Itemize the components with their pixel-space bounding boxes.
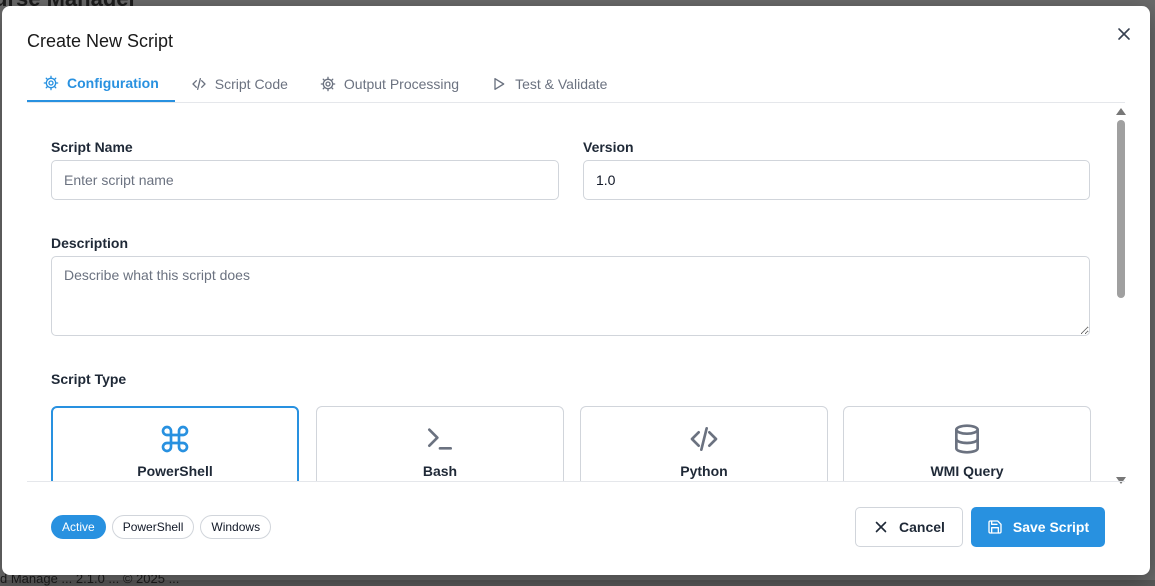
tab-label: Configuration [67, 75, 159, 91]
cancel-label: Cancel [899, 519, 945, 535]
close-button[interactable] [1112, 22, 1136, 46]
status-badges: Active PowerShell Windows [51, 515, 272, 539]
script-type-name: PowerShell [137, 463, 213, 479]
script-type-bash[interactable]: Bash [316, 406, 564, 481]
close-icon [1118, 28, 1130, 40]
script-name-label: Script Name [51, 139, 133, 155]
scroll-up-arrow-icon[interactable] [1116, 108, 1126, 115]
tab-configuration[interactable]: Configuration [27, 66, 175, 102]
script-type-name: Bash [422, 463, 458, 479]
gear-icon [43, 75, 59, 91]
script-type-wmi-query[interactable]: WMI Query [843, 406, 1091, 481]
code-icon [192, 78, 206, 90]
tab-output-processing[interactable]: Output Processing [304, 66, 475, 102]
script-type-powershell[interactable]: PowerShell [51, 406, 299, 481]
cancel-button[interactable]: Cancel [855, 507, 963, 547]
version-input[interactable] [583, 160, 1090, 200]
play-icon [494, 78, 505, 90]
tab-test-validate[interactable]: Test & Validate [475, 66, 623, 102]
script-type-name: WMI Query [930, 463, 1004, 479]
tab-script-code[interactable]: Script Code [175, 66, 304, 102]
script-type-label: Script Type [51, 371, 127, 387]
platform-badge: Windows [200, 515, 272, 539]
command-icon [161, 425, 189, 453]
status-badge: Active [51, 515, 106, 539]
tab-label: Test & Validate [515, 76, 608, 92]
script-name-input[interactable] [51, 160, 559, 200]
form-content[interactable]: Script Name Version Description Script T… [27, 103, 1115, 481]
code-icon [690, 427, 718, 451]
content-scrollbar[interactable] [1114, 106, 1128, 484]
terminal-icon [428, 428, 452, 450]
create-script-dialog: Create New Script Configuration Script C… [2, 6, 1150, 575]
script-type-python[interactable]: Python [580, 406, 828, 481]
database-icon [955, 424, 979, 454]
save-icon [988, 520, 1002, 534]
dialog-title: Create New Script [27, 31, 174, 51]
tab-label: Output Processing [343, 76, 460, 92]
tab-bar: Configuration Script Code Output Process… [27, 66, 1125, 103]
close-icon [875, 521, 887, 533]
tab-label: Script Code [214, 76, 288, 92]
description-label: Description [51, 235, 129, 251]
save-script-button[interactable]: Save Script [971, 507, 1105, 547]
footer-divider [27, 481, 1125, 482]
description-textarea[interactable] [51, 256, 1090, 336]
type-badge: PowerShell [111, 515, 195, 539]
save-label: Save Script [1012, 519, 1090, 535]
scroll-thumb[interactable] [1117, 120, 1125, 298]
gear-icon [320, 76, 336, 92]
version-label: Version [583, 139, 634, 155]
script-type-name: Python [680, 463, 728, 479]
